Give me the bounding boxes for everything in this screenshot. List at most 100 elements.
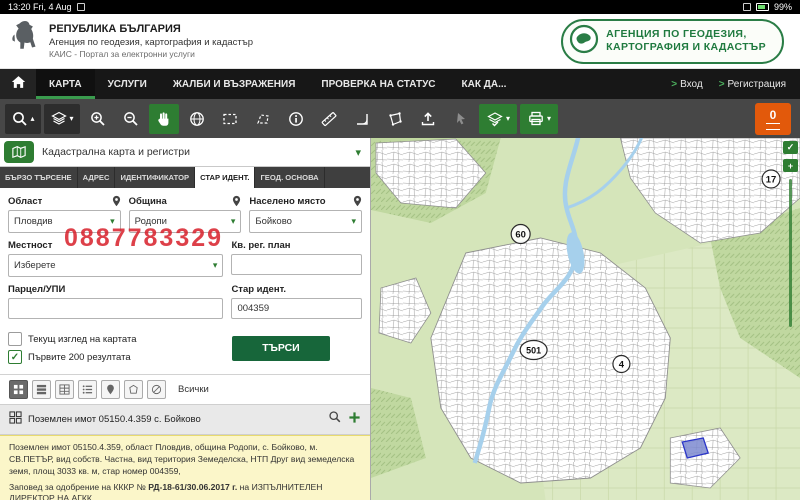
upload-button[interactable] xyxy=(413,104,443,134)
nav-item-zhalbi[interactable]: ЖАЛБИ И ВЪЗРАЖЕНИЯ xyxy=(160,69,309,99)
login-link[interactable]: > Вход xyxy=(671,79,702,90)
tab-barzo-tarsene[interactable]: БЪРЗО ТЪРСЕНЕ xyxy=(0,167,78,188)
map-pin-icon xyxy=(112,195,121,207)
angle-icon xyxy=(353,110,371,128)
cadastral-map[interactable]: 60 501 4 17 xyxy=(371,138,800,500)
cadastral-map-icon xyxy=(4,141,34,163)
old-ident-input[interactable] xyxy=(231,298,362,319)
register-link[interactable]: > Регистрация xyxy=(719,79,786,90)
checkbox-unchecked-icon[interactable] xyxy=(8,332,22,346)
tab-geod-osnova[interactable]: ГЕОД. ОСНОВА xyxy=(255,167,324,188)
nav-item-uslugi[interactable]: УСЛУГИ xyxy=(95,69,160,99)
main-nav: КАРТА УСЛУГИ ЖАЛБИ И ВЪЗРАЖЕНИЯ ПРОВЕРКА… xyxy=(0,69,800,99)
battery-percent: 99% xyxy=(774,2,792,12)
map-layer-selector[interactable]: Кадастрална карта и регистри ▾ xyxy=(0,138,370,167)
map-viewport[interactable]: 60 501 4 17 ✓ + xyxy=(371,138,800,500)
print-button[interactable]: ▾ xyxy=(520,104,558,134)
result-row[interactable]: Поземлен имот 05150.4.359 с. Бойково xyxy=(0,404,370,435)
current-view-checkbox-row[interactable]: Текущ изглед на картата xyxy=(8,332,232,346)
first-200-checkbox-label: Първите 200 резултата xyxy=(28,352,131,363)
identify-button[interactable] xyxy=(281,104,311,134)
oblast-select[interactable]: Пловдив▾ xyxy=(8,210,121,233)
home-icon xyxy=(11,75,26,94)
zoom-out-icon xyxy=(122,110,140,128)
kvplan-input[interactable] xyxy=(231,254,362,275)
region-label-60: 60 xyxy=(515,229,526,240)
order-number: РД-18-61/30.06.2017 г. xyxy=(148,482,237,492)
grid-view-icon[interactable] xyxy=(9,380,28,399)
parcel-input[interactable] xyxy=(8,298,223,319)
zoom-to-result-icon[interactable] xyxy=(328,410,342,429)
nav-item-kak-da[interactable]: КАК ДА... xyxy=(449,69,520,99)
select-rectangle-button[interactable] xyxy=(215,104,245,134)
select-polygon-button[interactable] xyxy=(248,104,278,134)
zoom-in-button[interactable] xyxy=(83,104,113,134)
parcel-info-box: Поземлен имот 05150.4.359, област Пловди… xyxy=(0,435,370,500)
layer-confirm-button[interactable]: ✓ xyxy=(783,141,798,154)
filter-all-label[interactable]: Всички xyxy=(178,384,209,395)
agency-title: Агенция по геодезия, картография и кадас… xyxy=(49,37,253,49)
coat-of-arms-lion xyxy=(10,19,40,64)
parcel-grid-icon xyxy=(9,411,22,429)
full-extent-button[interactable] xyxy=(182,104,212,134)
chevron-down-icon: ▾ xyxy=(69,115,73,123)
region-label-4: 4 xyxy=(619,359,625,370)
agency-logo-pill: АГЕНЦИЯ ПО ГЕОДЕЗИЯ, КАРТОГРАФИЯ И КАДАС… xyxy=(561,19,784,64)
tab-star-ident[interactable]: СТАР ИДЕНТ. xyxy=(195,167,255,188)
chevron-down-icon: ▾ xyxy=(231,216,236,227)
place-select[interactable]: Бойково▾ xyxy=(249,210,362,233)
cart-button[interactable]: 0 xyxy=(755,103,791,135)
zoom-slider-track[interactable] xyxy=(789,179,792,327)
list-icon xyxy=(766,123,780,130)
layers-check-icon xyxy=(486,110,504,128)
search-tabs: БЪРЗО ТЪРСЕНЕ АДРЕС ИДЕНТИФИКАТОР СТАР И… xyxy=(0,167,370,188)
list-view-icon[interactable] xyxy=(78,380,97,399)
clear-filter-icon[interactable] xyxy=(147,380,166,399)
mestnost-select[interactable]: Изберете▾ xyxy=(8,254,223,277)
select-rectangle-icon xyxy=(221,110,239,128)
zoom-out-button[interactable] xyxy=(116,104,146,134)
old-ident-label: Стар идент. xyxy=(231,284,286,295)
pin-filter-icon[interactable] xyxy=(101,380,120,399)
map-pin-icon xyxy=(232,195,241,207)
tab-identifikator[interactable]: ИДЕНТИФИКАТОР xyxy=(115,167,195,188)
search-button[interactable]: ТЪРСИ xyxy=(232,336,330,361)
tab-adres[interactable]: АДРЕС xyxy=(78,167,116,188)
select-polygon-icon xyxy=(254,110,272,128)
table-view-icon[interactable] xyxy=(55,380,74,399)
agency-logo-text: АГЕНЦИЯ ПО ГЕОДЕЗИЯ, КАРТОГРАФИЯ И КАДАС… xyxy=(606,28,766,53)
measure-angle-button[interactable] xyxy=(347,104,377,134)
chevron-down-icon: ▾ xyxy=(506,115,510,123)
measure-area-button[interactable] xyxy=(380,104,410,134)
ruler-icon xyxy=(320,110,338,128)
chevron-down-icon: ▾ xyxy=(355,146,361,159)
old-ident-form: Област Пловдив▾ Община Родопи▾ xyxy=(0,188,370,328)
notification-icon xyxy=(77,3,85,11)
map-pin-icon xyxy=(353,195,362,207)
portal-subtitle: КАИС - Портал за електронни услуги xyxy=(49,49,253,60)
layers-picker-button[interactable]: ▾ xyxy=(44,104,80,134)
current-view-checkbox-label: Текущ изглед на картата xyxy=(28,334,136,345)
upload-icon xyxy=(419,110,437,128)
region-label-501: 501 xyxy=(526,345,541,355)
nav-item-karta[interactable]: КАРТА xyxy=(36,69,95,99)
site-header: РЕПУБЛИКА БЪЛГАРИЯ Агенция по геодезия, … xyxy=(0,14,800,69)
oblast-label: Област xyxy=(8,196,42,207)
chevron-right-icon: > xyxy=(719,79,725,90)
first-200-checkbox-row[interactable]: ✓ Първите 200 резултата xyxy=(8,350,232,364)
pan-hand-icon xyxy=(155,110,173,128)
checkbox-checked-icon[interactable]: ✓ xyxy=(8,350,22,364)
home-button[interactable] xyxy=(0,69,36,99)
add-to-cart-icon[interactable] xyxy=(348,411,361,429)
search-panel-toggle-button[interactable]: ▴ xyxy=(5,104,41,134)
map-zoom-in-button[interactable]: + xyxy=(783,159,798,172)
nav-item-proverka[interactable]: ПРОВЕРКА НА СТАТУС xyxy=(308,69,448,99)
agency-logo-icon xyxy=(569,24,599,59)
visible-layers-button[interactable]: ▾ xyxy=(479,104,517,134)
rows-view-icon[interactable] xyxy=(32,380,51,399)
map-toolbar: ▴ ▾ ▾ ▾ 0 xyxy=(0,99,800,139)
measure-distance-button[interactable] xyxy=(314,104,344,134)
obshtina-select[interactable]: Родопи▾ xyxy=(129,210,242,233)
pan-tool-button[interactable] xyxy=(149,104,179,134)
polygon-filter-icon[interactable] xyxy=(124,380,143,399)
